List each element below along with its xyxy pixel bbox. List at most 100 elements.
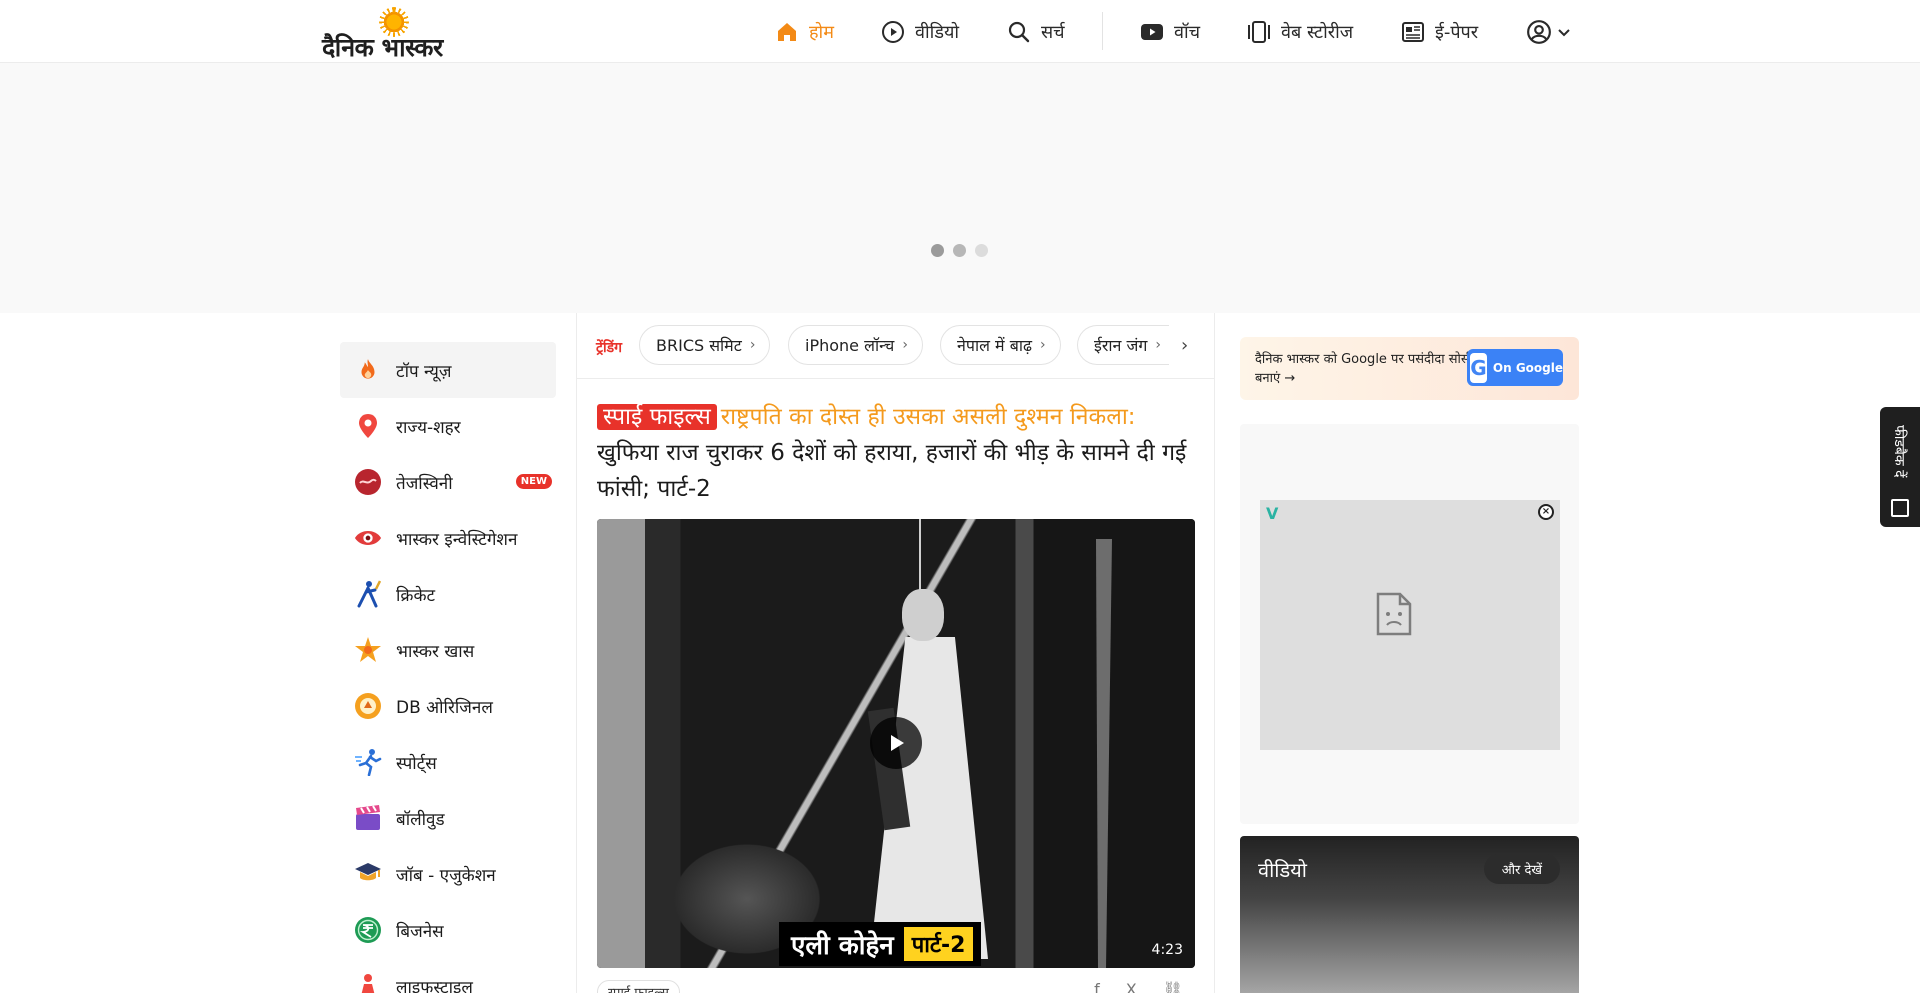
- sidebar-item-sports[interactable]: स्पोर्ट्स: [340, 734, 556, 790]
- lead-story-headline[interactable]: स्पाई फाइल्स राष्ट्रपति का दोस्त ही उसका …: [597, 399, 1197, 507]
- video-caption-part: पार्ट-2: [903, 927, 974, 961]
- chevron-down-icon: [1558, 28, 1570, 36]
- sidebar-item-label: भास्कर खास: [396, 641, 475, 662]
- account-menu[interactable]: [1526, 0, 1572, 63]
- share-icons: f X ⛓: [1094, 980, 1183, 993]
- nav-epaper[interactable]: ई-पेपर: [1401, 0, 1478, 63]
- trending-chip-label: ईरान जंग: [1094, 336, 1148, 355]
- column-divider: [576, 313, 577, 993]
- sidebar-item-label: क्रिकेट: [396, 585, 436, 606]
- trending-chip[interactable]: BRICS समिट ›: [639, 325, 771, 365]
- trending-chip[interactable]: iPhone लॉन्च ›: [788, 325, 923, 365]
- feedback-tab[interactable]: फीडबैक दें: [1880, 407, 1920, 527]
- dainik-bhaskar-logo[interactable]: दैनिक भास्कर: [322, 6, 464, 62]
- db-original-icon: [354, 692, 382, 720]
- sidebar-item-db-original[interactable]: DB ओरिजिनल: [340, 678, 556, 734]
- tejaswini-icon: [354, 468, 382, 496]
- lead-story-video[interactable]: एली कोहेन पार्ट-2 4:23: [597, 519, 1195, 968]
- google-g-icon: G: [1470, 352, 1487, 383]
- carousel-dot[interactable]: [931, 244, 944, 257]
- video-widget-title: वीडियो: [1258, 858, 1307, 882]
- nav-watch[interactable]: वॉच: [1140, 0, 1200, 63]
- sidebar-item-top-news[interactable]: टॉप न्यूज़: [340, 342, 556, 398]
- sidebar-item-label: टॉप न्यूज़: [396, 361, 452, 382]
- sidebar-item-tejaswini[interactable]: तेजस्विनी NEW: [340, 454, 556, 510]
- left-sidebar: टॉप न्यूज़ राज्य-शहर तेजस्विनी NEW भास्क…: [340, 342, 556, 993]
- trending-chip[interactable]: नेपाल में बाढ़ ›: [940, 325, 1061, 365]
- headline-highlight: राष्ट्रपति का दोस्त ही उसका असली दुश्मन …: [720, 404, 1136, 430]
- rupee-icon: [354, 916, 382, 944]
- ad-provider-icon: V: [1266, 504, 1279, 523]
- headline-text: खुफिया राज चुराकर 6 देशों को हराया, हजार…: [597, 440, 1187, 502]
- chevron-right-icon: ›: [1040, 337, 1046, 353]
- nav-watch-label: वॉच: [1174, 21, 1201, 43]
- broken-page-icon: [1376, 592, 1412, 636]
- nav-divider: [1102, 12, 1103, 50]
- story-footer: स्पाई फाइल्स f X ⛓: [597, 980, 1195, 993]
- google-preferred-source-card[interactable]: दैनिक भास्कर को Google पर पसंदीदा सोर्स …: [1240, 337, 1579, 400]
- video-caption-name: एली कोहेन: [791, 931, 894, 961]
- carousel-dot[interactable]: [953, 244, 966, 257]
- trending-bar: ट्रेंडिंग BRICS समिट › iPhone लॉन्च › ने…: [577, 313, 1214, 379]
- sidebar-item-bollywood[interactable]: बॉलीवुड: [340, 790, 556, 846]
- on-google-button[interactable]: G On Google: [1467, 349, 1563, 386]
- google-card-text: दैनिक भास्कर को Google पर पसंदीदा सोर्स …: [1255, 352, 1470, 386]
- home-icon: [778, 22, 796, 41]
- series-tag: स्पाई फाइल्स: [597, 404, 717, 430]
- series-link-chip[interactable]: स्पाई फाइल्स: [597, 980, 680, 993]
- x-icon[interactable]: X: [1126, 980, 1137, 993]
- fire-icon: [354, 356, 382, 384]
- carousel-dot[interactable]: [975, 244, 988, 257]
- nav-home[interactable]: होम: [775, 0, 834, 63]
- trending-chip[interactable]: ईरान जंग ›: [1077, 325, 1169, 365]
- sidebar-item-business[interactable]: बिजनेस: [340, 902, 556, 958]
- ad-frame[interactable]: V ×: [1260, 500, 1560, 750]
- sidebar-item-bhaskar-khas[interactable]: भास्कर खास: [340, 622, 556, 678]
- clapper-icon: [354, 804, 382, 832]
- sidebar-item-label: तेजस्विनी: [396, 473, 453, 494]
- play-circle-icon: [882, 20, 904, 43]
- sidebar-item-investigation[interactable]: भास्कर इन्वेस्टिगेशन: [340, 510, 556, 566]
- video-duration: 4:23: [1151, 942, 1183, 958]
- logo-text: दैनिक भास्कर: [322, 33, 443, 62]
- video-caption: एली कोहेन पार्ट-2: [779, 922, 982, 966]
- nav-web-stories[interactable]: वेब स्टोरीज: [1247, 0, 1353, 63]
- facebook-icon[interactable]: f: [1094, 980, 1100, 993]
- nav-web-stories-label: वेब स्टोरीज: [1281, 21, 1354, 43]
- sidebar-item-cricket[interactable]: क्रिकेट: [340, 566, 556, 622]
- user-circle-icon: [1527, 19, 1551, 44]
- sidebar-item-label: जॉब - एजुकेशन: [396, 865, 496, 886]
- nav-home-label: होम: [809, 21, 834, 43]
- trending-chip-label: BRICS समिट: [656, 336, 742, 355]
- ad-close-icon[interactable]: ×: [1538, 504, 1554, 520]
- nav-search-label: सर्च: [1041, 21, 1065, 43]
- video-thumbnail-figure: [852, 589, 1002, 959]
- star-burst-icon: [354, 636, 382, 664]
- chevron-right-icon: ›: [902, 337, 908, 353]
- feedback-icon: [1891, 499, 1909, 517]
- sidebar-item-lifestyle[interactable]: लाइफस्टाइल: [340, 958, 556, 993]
- link-icon[interactable]: ⛓: [1163, 980, 1183, 993]
- nav-search[interactable]: सर्च: [1007, 0, 1065, 63]
- nav-video-label: वीडियो: [915, 21, 960, 43]
- sidebar-item-label: भास्कर इन्वेस्टिगेशन: [396, 529, 518, 550]
- top-header: दैनिक भास्कर होम वीडियो सर्च वॉच वेब स्ट…: [0, 0, 1920, 63]
- nav-video[interactable]: वीडियो: [881, 0, 959, 63]
- sidebar-item-label: राज्य-शहर: [396, 417, 461, 438]
- figure-head: [902, 589, 944, 641]
- see-more-button[interactable]: और देखें: [1483, 854, 1560, 884]
- new-badge: NEW: [515, 474, 552, 489]
- sidebar-item-label: लाइफस्टाइल: [396, 977, 473, 993]
- trending-label: ट्रेंडिंग: [596, 340, 623, 356]
- sidebar-item-job-education[interactable]: जॉब - एजुकेशन: [340, 846, 556, 902]
- column-divider: [1214, 313, 1215, 993]
- trending-next-arrow-icon[interactable]: ›: [1181, 335, 1201, 356]
- carousel-dots: [931, 244, 988, 257]
- video-widget: वीडियो और देखें: [1240, 836, 1579, 993]
- trending-chip-label: iPhone लॉन्च: [805, 336, 895, 355]
- nav-epaper-label: ई-पेपर: [1435, 21, 1479, 43]
- play-button[interactable]: [870, 717, 922, 769]
- sidebar-item-label: बिजनेस: [396, 921, 444, 942]
- sidebar-item-state-city[interactable]: राज्य-शहर: [340, 398, 556, 454]
- graduation-cap-icon: [354, 860, 382, 888]
